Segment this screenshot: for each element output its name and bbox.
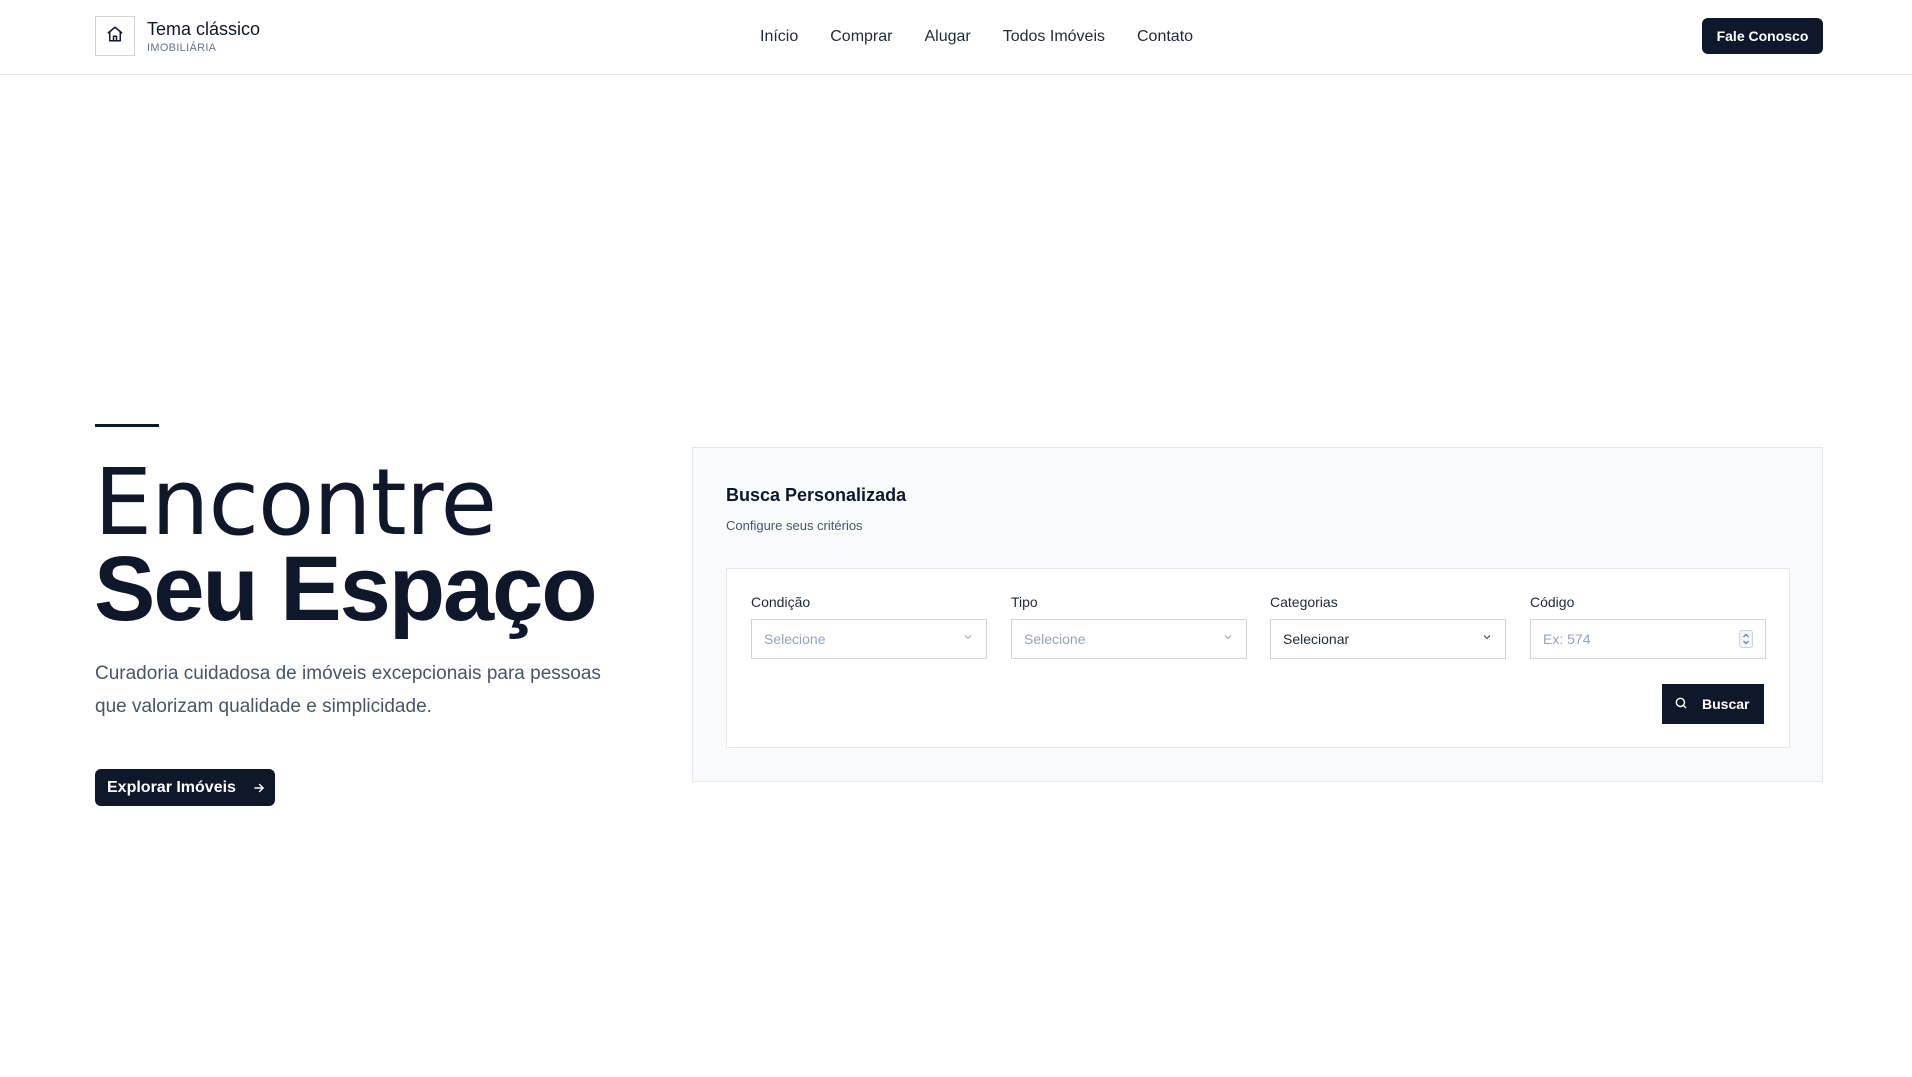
arrow-right-icon [252, 781, 266, 795]
chevron-down-icon [1222, 630, 1234, 648]
nav-item-alugar[interactable]: Alugar [924, 26, 970, 48]
nav-item-todos-imoveis[interactable]: Todos Imóveis [1003, 26, 1105, 48]
field-categorias: Categorias Selecionar [1270, 593, 1506, 659]
condicao-select[interactable]: Selecione [751, 619, 987, 659]
search-panel-subtitle: Configure seus critérios [726, 518, 863, 533]
select-value: Selecionar [1283, 631, 1350, 647]
brand[interactable]: Tema clássico IMOBILIÁRIA [95, 16, 260, 56]
codigo-placeholder: Ex: 574 [1543, 631, 1591, 647]
contact-button[interactable]: Fale Conosco [1702, 18, 1823, 54]
main-nav: Início Comprar Alugar Todos Imóveis Cont… [760, 26, 1225, 48]
search-form: Condição Selecione Tipo Selecione Catego… [726, 568, 1790, 748]
explore-button-label: Explorar Imóveis [107, 778, 236, 796]
select-value: Selecione [764, 631, 826, 647]
field-tipo: Tipo Selecione [1011, 593, 1247, 659]
chevron-down-icon [962, 630, 974, 648]
brand-logo-box [95, 16, 135, 56]
chevron-down-icon [1481, 630, 1493, 648]
search-panel: Busca Personalizada Configure seus crité… [692, 447, 1823, 782]
number-stepper[interactable] [1739, 630, 1753, 648]
explore-properties-button[interactable]: Explorar Imóveis [95, 769, 275, 806]
hero-description: Curadoria cuidadosa de imóveis excepcion… [95, 663, 601, 717]
search-button[interactable]: Buscar [1662, 684, 1764, 724]
field-label: Código [1530, 594, 1575, 610]
site-header: Tema clássico IMOBILIÁRIA Início Comprar… [0, 0, 1912, 75]
brand-name: Tema clássico [147, 18, 261, 39]
field-label: Categorias [1270, 594, 1338, 610]
search-icon [1674, 696, 1688, 713]
tipo-select[interactable]: Selecione [1011, 619, 1247, 659]
field-codigo: Código Ex: 574 [1530, 593, 1766, 659]
codigo-input[interactable]: Ex: 574 [1530, 619, 1766, 659]
nav-item-contato[interactable]: Contato [1137, 26, 1193, 48]
home-icon [106, 25, 124, 48]
field-condicao: Condição Selecione [751, 593, 987, 659]
nav-item-comprar[interactable]: Comprar [830, 26, 892, 48]
search-button-label: Buscar [1702, 696, 1750, 712]
categorias-select[interactable]: Selecionar [1270, 619, 1506, 659]
search-panel-title: Busca Personalizada [726, 485, 907, 505]
hero-title-line2: Seu Espaço [94, 538, 598, 640]
field-label: Tipo [1011, 594, 1038, 610]
select-value: Selecione [1024, 631, 1086, 647]
brand-text: Tema clássico IMOBILIÁRIA [147, 18, 260, 55]
brand-subtitle: IMOBILIÁRIA [147, 41, 217, 54]
hero-accent-rule [95, 424, 159, 427]
field-label: Condição [751, 594, 811, 610]
nav-item-inicio[interactable]: Início [760, 26, 798, 48]
